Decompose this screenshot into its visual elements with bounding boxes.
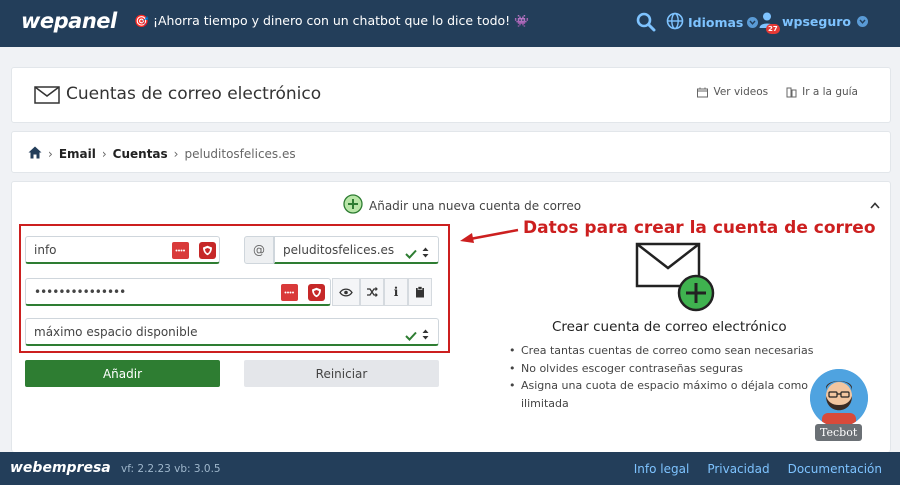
robot-icon: 👾	[514, 13, 530, 28]
info-icon: i	[393, 285, 399, 299]
guide-icon	[786, 87, 797, 97]
clipboard-icon	[416, 286, 424, 298]
list-item: No olvides escoger contraseñas seguras	[507, 360, 847, 378]
chevron-down-icon	[857, 15, 869, 27]
password-info-button[interactable]: i	[384, 278, 408, 306]
wepanel-logo[interactable]: wepanel	[21, 9, 117, 33]
password-manager-icon[interactable]	[281, 284, 298, 301]
sort-arrows-icon	[422, 325, 429, 344]
password-manager-icon[interactable]	[172, 242, 189, 259]
videos-link-label: Ver videos	[713, 86, 769, 98]
user-icon: 27	[758, 11, 780, 34]
search-icon[interactable]	[636, 12, 656, 32]
shield-icon[interactable]	[199, 242, 216, 259]
password-value: •••••••••••••••	[34, 284, 126, 299]
reset-button[interactable]: Reiniciar	[244, 360, 439, 387]
envelope-icon	[34, 86, 60, 108]
video-icon	[697, 87, 709, 97]
target-icon: 🎯	[134, 13, 149, 28]
promo-banner[interactable]: 🎯 ¡Ahorra tiempo y dinero con un chatbot…	[134, 13, 529, 28]
plus-circle-icon	[343, 194, 363, 217]
tecbot-label[interactable]: Tecbot	[815, 424, 863, 441]
documentation-link[interactable]: Documentación	[788, 462, 882, 476]
user-menu[interactable]: 27 wpseguro	[758, 11, 869, 34]
list-item: Asigna una cuota de espacio máximo o déj…	[507, 377, 847, 412]
promo-text: ¡Ahorra tiempo y dinero con un chatbot q…	[152, 13, 511, 28]
home-icon[interactable]	[28, 146, 42, 162]
add-new-account-toggle[interactable]: Añadir una nueva cuenta de correo	[343, 194, 581, 217]
guide-link[interactable]: Ir a la guía	[786, 86, 858, 98]
breadcrumb-email[interactable]: Email	[59, 147, 96, 161]
page-title: Cuentas de correo electrónico	[66, 84, 322, 104]
show-password-button[interactable]	[332, 278, 360, 306]
quota-value: máximo espacio disponible	[34, 324, 198, 339]
quota-select[interactable]: máximo espacio disponible	[25, 318, 439, 346]
envelope-add-icon	[635, 242, 721, 318]
check-icon	[405, 326, 417, 345]
help-links: Ver videos Ir a la guía	[697, 86, 858, 98]
breadcrumb-card: › Email › Cuentas › peluditosfelices.es	[11, 131, 891, 173]
bearded-bot-icon	[810, 369, 868, 427]
info-list: Crea tantas cuentas de correo como sean …	[507, 342, 847, 412]
eye-icon	[339, 287, 353, 297]
annotation-arrow	[458, 226, 520, 248]
new-account-card: Añadir una nueva cuenta de correo info @…	[11, 181, 891, 452]
generate-password-button[interactable]	[360, 278, 384, 306]
breadcrumb-accounts[interactable]: Cuentas	[113, 147, 168, 161]
webempresa-logo[interactable]: webempresa	[10, 460, 111, 476]
username: wpseguro	[782, 13, 852, 29]
page-header-card: Cuentas de correo electrónico Ver videos…	[11, 67, 891, 123]
sort-arrows-icon	[422, 243, 429, 262]
breadcrumb-separator: ›	[48, 147, 53, 161]
add-new-account-label: Añadir una nueva cuenta de correo	[369, 198, 582, 213]
notification-badge: 27	[766, 24, 780, 34]
add-button[interactable]: Añadir	[25, 360, 220, 387]
shield-icon[interactable]	[308, 284, 325, 301]
languages-label: Idiomas	[688, 15, 744, 30]
at-sign-addon: @	[244, 236, 274, 264]
list-item: Crea tantas cuentas de correo como sean …	[507, 342, 847, 360]
videos-link[interactable]: Ver videos	[697, 86, 768, 98]
footer-links: Info legal Privacidad Documentación	[634, 462, 882, 476]
username-input[interactable]: info	[25, 236, 220, 264]
username-value: info	[34, 242, 57, 257]
copy-password-button[interactable]	[408, 278, 432, 306]
chevron-down-icon	[747, 17, 759, 28]
version-info: vf: 2.2.23 vb: 3.0.5	[121, 463, 221, 475]
breadcrumb-separator: ›	[173, 147, 179, 161]
guide-link-label: Ir a la guía	[802, 86, 858, 98]
breadcrumb-separator: ›	[101, 147, 107, 161]
legal-info-link[interactable]: Info legal	[634, 462, 690, 476]
breadcrumb-current: peluditosfelices.es	[184, 147, 296, 161]
languages-menu[interactable]: Idiomas	[666, 12, 759, 33]
chevron-up-icon[interactable]	[870, 194, 880, 213]
shuffle-icon	[367, 287, 378, 297]
domain-value: peluditosfelices.es	[283, 242, 395, 257]
info-title: Crear cuenta de correo electrónico	[552, 319, 787, 335]
tecbot-avatar[interactable]	[810, 369, 868, 427]
globe-icon	[666, 12, 684, 33]
footer: webempresa vf: 2.2.23 vb: 3.0.5 Info leg…	[0, 452, 900, 485]
breadcrumb: › Email › Cuentas › peluditosfelices.es	[28, 146, 296, 162]
check-icon	[405, 244, 417, 263]
privacy-link[interactable]: Privacidad	[707, 462, 769, 476]
annotation-text: Datos para crear la cuenta de correo	[523, 218, 876, 238]
top-bar: wepanel 🎯 ¡Ahorra tiempo y dinero con un…	[0, 0, 900, 47]
